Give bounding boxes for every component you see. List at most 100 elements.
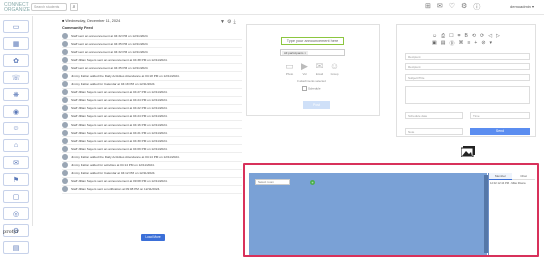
audience-chip[interactable]: All participants ×	[282, 51, 309, 55]
send-button[interactable]: Send	[470, 128, 530, 135]
feed-row[interactable]: Staff Jillian Sayers sent an announcemen…	[62, 137, 242, 146]
toolbar-icon[interactable]: ≡	[467, 40, 470, 47]
toolbar-icon[interactable]: B	[464, 33, 467, 39]
schedule-checkbox[interactable]: Schedule	[302, 86, 321, 91]
sidebar-item-targets[interactable]: ◎	[3, 207, 29, 220]
sidebar-item-attendance[interactable]: ◉	[3, 105, 29, 118]
sidebar-item-messages[interactable]: ✉	[3, 156, 29, 169]
sidebar-item-students[interactable]: ☺	[3, 122, 29, 135]
sidebar-item-contacts[interactable]: ☏	[3, 71, 29, 84]
load-more-button[interactable]: Load More	[141, 234, 165, 241]
email-icon[interactable]: ✉	[314, 61, 325, 71]
feed-row-text: Staff sent an announcement at 04:35 PM o…	[71, 65, 149, 70]
feed-row[interactable]: Staff Jillian Sayers sent an announcemen…	[62, 56, 242, 65]
feed-row[interactable]: Staff sent an announcement at 04:35 PM o…	[62, 64, 242, 73]
sidebar-item-dashboard[interactable]: ▭	[3, 20, 29, 33]
sidebar-item-reports[interactable]: ⚑	[3, 173, 29, 186]
gear-icon[interactable]: ⚙	[227, 19, 231, 25]
feed-row[interactable]: Staff Jillian Sayers sent an announcemen…	[62, 89, 242, 97]
feed-row[interactable]: Jimmy Fallon added for activities at 04:…	[62, 162, 242, 170]
recipient-field-2[interactable]: Recipient	[405, 63, 530, 70]
announcement-input[interactable]: Type your announcement here	[281, 37, 344, 45]
apps-icon[interactable]: ⊞	[425, 2, 431, 12]
search-input[interactable]: Search students	[31, 3, 67, 11]
toolbar-icon[interactable]: ▾	[490, 40, 493, 47]
search-icon[interactable]: ⌕	[70, 3, 78, 11]
toolbar-icon[interactable]: ▷	[496, 33, 500, 39]
toolbar-icon[interactable]: +	[474, 40, 477, 47]
room-select[interactable]: Select room	[255, 179, 290, 185]
gear-icon[interactable]: ⚙	[461, 2, 467, 12]
toolbar-icon[interactable]: ⟳	[480, 33, 484, 39]
add-icon[interactable]: +	[310, 180, 315, 185]
feed-row[interactable]: Staff Jillian Sayers sent a notification…	[62, 186, 242, 194]
sidebar-item-activities[interactable]: ✿	[3, 54, 29, 67]
feed-row[interactable]: Staff Jillian Sayers sent an announcemen…	[62, 105, 242, 113]
avatar	[62, 97, 68, 104]
time-field[interactable]: Time	[470, 112, 530, 119]
video-icon[interactable]: ▶	[299, 61, 310, 71]
recipient-field[interactable]: Recipient	[405, 53, 530, 60]
group-icon[interactable]: ☺	[329, 61, 340, 71]
sidebar-item-programs[interactable]: ❋	[3, 88, 29, 101]
toolbar-icon[interactable]: Ⓓ	[449, 40, 454, 47]
app-logo[interactable]: CONNECT ORGANIZE	[3, 2, 30, 13]
message-textarea[interactable]	[405, 86, 530, 104]
feed-row[interactable]: Jimmy Fallon added the Daily Activities …	[62, 153, 242, 162]
feed-list: Staff sent an announcement at 04:32 PM o…	[62, 32, 242, 194]
audience-select[interactable]: All participants ×	[280, 49, 345, 56]
note-field[interactable]: Note	[405, 128, 463, 135]
video-stage[interactable]: Select room +	[249, 173, 490, 255]
tab-member[interactable]: Member	[489, 173, 512, 180]
toolbar-icon[interactable]: ⌗	[458, 33, 461, 39]
feed-row[interactable]: Staff Jillian Sayers sent an announcemen…	[62, 121, 242, 130]
feed-row[interactable]: Staff Jillian Sayers sent an announcemen…	[62, 178, 242, 186]
sidebar-item-documents[interactable]: ▤	[3, 241, 29, 254]
feed-row[interactable]: Jimmy Fallon added for Calendar at 04:18…	[62, 81, 242, 89]
toolbar-icon[interactable]: ⌘	[458, 40, 463, 47]
feed-row[interactable]: Jimmy Fallon added for Calendar at 04:12…	[62, 170, 242, 178]
subject-field[interactable]: Subject/Title	[405, 74, 530, 81]
avatar	[62, 73, 68, 80]
avatar	[62, 113, 68, 120]
avatar	[62, 48, 68, 55]
feed-row[interactable]: Staff Jillian Sayers sent an announcemen…	[62, 145, 242, 154]
top-icons: ⊞ ✉ ♡ ⚙ ⓘ	[425, 2, 480, 12]
download-icon[interactable]: ⤓	[233, 19, 235, 25]
feed-row[interactable]: Staff Jillian Sayers sent an announcemen…	[62, 97, 242, 105]
feed-row-text: Staff Jillian Sayers sent an announcemen…	[71, 98, 168, 103]
toolbar-icon[interactable]: ▤	[441, 40, 446, 47]
toolbar-icon[interactable]: ⊘	[481, 40, 485, 47]
feed-row[interactable]: Staff Jillian Sayers sent an announcemen…	[62, 113, 242, 122]
community-feed: ■ Wednesday, December 11, 2024 Community…	[62, 19, 242, 194]
sidebar-item-screens[interactable]: ▢	[3, 190, 29, 203]
info-icon[interactable]: ⓘ	[473, 2, 480, 12]
feed-row[interactable]: Staff sent an announcement at 04:35 PM o…	[62, 40, 242, 49]
video-label: Vid	[302, 72, 307, 76]
date-field[interactable]: Schedule date	[405, 112, 463, 119]
filter-icon[interactable]: ▼	[220, 19, 225, 25]
image-icon[interactable]	[461, 146, 475, 157]
user-menu[interactable]: demoadmin ▾	[510, 4, 534, 9]
toolbar-icon[interactable]: ☐	[449, 33, 453, 39]
tab-chat[interactable]: Chat	[512, 173, 535, 180]
toolbar-icon[interactable]: ▣	[432, 40, 437, 47]
post-button[interactable]: Post	[303, 101, 330, 109]
toolbar-icon[interactable]: ◁	[488, 33, 492, 39]
toolbar-icon[interactable]: ⟲	[472, 33, 476, 39]
avatar	[62, 137, 68, 144]
toolbar-icon[interactable]: ☺	[432, 33, 437, 39]
sidebar-item-calendar[interactable]: ▦	[3, 37, 29, 50]
toolbar-icon[interactable]: ⎙	[441, 33, 445, 39]
sidebar-item-home[interactable]: ⌂	[3, 139, 29, 152]
attachment-labels: Photo Vid Email Group	[284, 72, 340, 76]
photo-icon[interactable]: ▭	[284, 61, 295, 71]
feed-row[interactable]: Staff Jillian Sayers sent an announcemen…	[62, 129, 242, 138]
avatar	[62, 129, 68, 136]
feed-row[interactable]: Staff sent an announcement at 04:32 PM o…	[62, 32, 242, 41]
mail-icon[interactable]: ✉	[437, 2, 443, 12]
feed-row[interactable]: Staff sent an announcement at 04:32 PM o…	[62, 48, 242, 57]
feed-row[interactable]: Jimmy Fallon added the Daily Activities …	[62, 72, 242, 81]
feed-row-text: Staff Jillian Sayers sent an announcemen…	[71, 146, 168, 151]
heart-icon[interactable]: ♡	[449, 2, 455, 12]
